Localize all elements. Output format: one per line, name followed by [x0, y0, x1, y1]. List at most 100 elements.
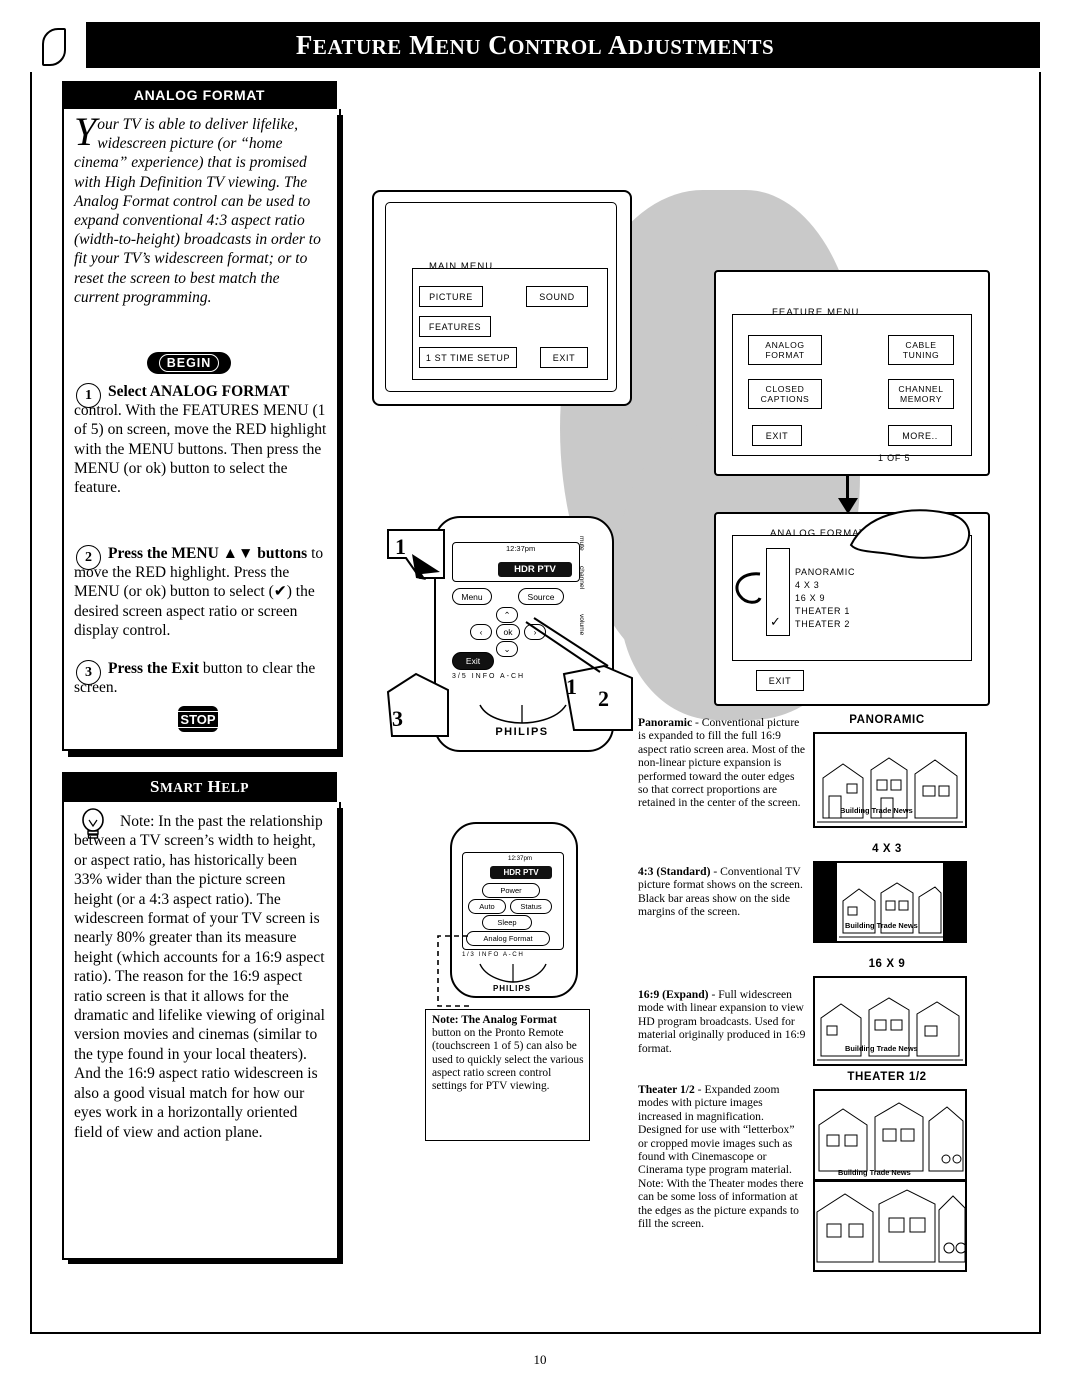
- main-exit-label: EXIT: [552, 352, 576, 363]
- pronto-auto-label: Auto: [479, 902, 495, 911]
- analog-format-check-icon: ✓: [770, 614, 781, 630]
- remote-menu-label: Menu: [461, 591, 483, 602]
- remote-menu-button[interactable]: Menu: [452, 588, 492, 605]
- main-menu-sound-button[interactable]: SOUND: [526, 286, 588, 307]
- main-menu-features-button[interactable]: FEATURES: [419, 316, 491, 337]
- feature-menu-footer-text: 1 OF 5: [878, 453, 911, 463]
- analog-exit-label: EXIT: [768, 675, 792, 686]
- stop-badge: STOP: [175, 706, 221, 732]
- feature-menu-exit-button[interactable]: EXIT: [752, 425, 802, 446]
- remote-lcd-hdr-ptv-label: HDR PTV: [498, 562, 572, 577]
- pointer-swirl-icon: [735, 572, 762, 604]
- remote-brand-label: PHILIPS: [470, 726, 574, 738]
- pronto-time-text: 12:37pm: [508, 855, 533, 862]
- pronto-hdr-ptv-label: HDR PTV: [490, 866, 552, 879]
- pronto-power-button[interactable]: Power: [482, 883, 540, 898]
- feature-menu-closed-captions-button[interactable]: CLOSED CAPTIONS: [748, 379, 822, 409]
- analog-format-intro: Your TV is able to deliver lifelike, wid…: [74, 109, 328, 307]
- callout-pointer-lines: [525, 617, 609, 673]
- caption-theater: THEATER 1/2: [847, 1071, 927, 1083]
- pronto-status-label: Status: [520, 902, 542, 911]
- pronto-bottom-3: A-CH: [502, 951, 525, 958]
- callout-label-2: 2: [598, 686, 609, 711]
- remote-ok-button[interactable]: ok: [496, 624, 520, 640]
- step-1-text: Select ANALOG FORMAT control. With the F…: [74, 382, 328, 497]
- main-menu-exit-button[interactable]: EXIT: [540, 347, 588, 368]
- panoramic-pic-caption: Building Trade News: [840, 806, 913, 815]
- remote-source-label: Source: [527, 591, 555, 602]
- pronto-analog-format-label: Analog Format: [483, 934, 533, 943]
- begin-badge: BEGIN: [147, 352, 231, 374]
- feature-menu-analog-format-button[interactable]: ANALOG FORMAT: [748, 335, 822, 365]
- remote-ok-label: ok: [503, 627, 513, 637]
- analog-format-option-16x9[interactable]: 16 X 9: [795, 592, 855, 605]
- format-desc-4x3: 4:3 (Standard) - Conventional TV picture…: [638, 865, 806, 919]
- format-desc-16x9: 16:9 (Expand) - Full widescreen mode wit…: [638, 988, 806, 1055]
- pronto-brand-label: PHILIPS: [462, 984, 562, 993]
- analog-format-option-panoramic[interactable]: PANORAMIC: [795, 566, 855, 579]
- main-menu-picture-button[interactable]: PICTURE: [419, 286, 483, 307]
- intro-dropcap: Y: [74, 109, 97, 154]
- pronto-sleep-label: Sleep: [497, 918, 517, 927]
- format-desc-panoramic: Panoramic - Conventional picture is expa…: [638, 716, 806, 810]
- begin-badge-label: BEGIN: [158, 354, 220, 372]
- pronto-status-button[interactable]: Status: [510, 899, 552, 914]
- dashed-leader-line: [437, 935, 470, 1007]
- picture-label: PICTURE: [429, 291, 473, 302]
- panoramic-title: Panoramic: [638, 716, 693, 729]
- step-3-bold: Press the Exit: [108, 660, 199, 677]
- theater-pic-caption: Building Trade News: [838, 1168, 911, 1177]
- smart-help-tab: SMART HELP: [62, 772, 337, 802]
- remote-down-button[interactable]: ⌄: [496, 641, 518, 657]
- feature-menu-more-button[interactable]: MORE..: [888, 425, 952, 446]
- channel-memory-label: CHANNEL MEMORY: [898, 384, 944, 404]
- pronto-bottom-1: INFO: [478, 951, 500, 958]
- pronto-auto-button[interactable]: Auto: [468, 899, 506, 914]
- main-menu-first-time-setup-button[interactable]: 1 ST TIME SETUP: [419, 347, 517, 368]
- analog-format-option-theater2[interactable]: THEATER 2: [795, 618, 855, 631]
- manual-page: FEATURE MENU CONTROL ADJUSTMENTS ANALOG …: [0, 0, 1080, 1397]
- analog-format-tab-label: ANALOG FORMAT: [133, 87, 266, 103]
- analog-format-exit-button[interactable]: EXIT: [756, 670, 804, 691]
- remote-source-button[interactable]: Source: [518, 588, 564, 605]
- feature-menu-channel-memory-button[interactable]: CHANNEL MEMORY: [888, 379, 954, 409]
- standard-pic-caption: Building Trade News: [845, 921, 918, 930]
- remote-bottom-0: 3/5: [452, 673, 468, 680]
- analog-format-tab: ANALOG FORMAT: [62, 81, 337, 109]
- remote-time-text: 12:37pm: [506, 544, 536, 553]
- standard-dash: -: [710, 865, 721, 878]
- remote-bottom-1: INFO: [471, 673, 497, 680]
- callout-label-1: 1: [395, 534, 406, 559]
- expand-pic-caption: Building Trade News: [845, 1044, 918, 1053]
- remote-exit-label: Exit: [465, 656, 481, 666]
- analog-format-option-4x3[interactable]: 4 X 3: [795, 579, 855, 592]
- step-2-text: Press the MENU ▲▼ buttons to move the RE…: [74, 544, 328, 640]
- analog-format-menu-label: ANALOG FORMAT: [765, 340, 805, 360]
- sound-label: SOUND: [539, 291, 575, 302]
- theater-title: Theater 1/2: [638, 1083, 695, 1096]
- feature-menu-cable-tuning-button[interactable]: CABLE TUNING: [888, 335, 954, 365]
- pronto-sleep-button[interactable]: Sleep: [482, 915, 532, 930]
- pronto-analog-format-button[interactable]: Analog Format: [466, 931, 550, 946]
- callout-label-3: 3: [392, 706, 403, 731]
- remote-bottom-curve: [479, 704, 567, 724]
- remote-exit-button[interactable]: Exit: [452, 652, 494, 670]
- remote-channel-label: channel: [578, 566, 585, 590]
- caption-panoramic: PANORAMIC: [849, 714, 925, 726]
- smart-help-tab-label: SMART HELP: [150, 777, 249, 796]
- pronto-power-label: Power: [500, 886, 522, 895]
- note-box-body: button on the Pronto Remote (touchscreen…: [432, 1027, 584, 1093]
- theater-dash: -: [694, 1083, 705, 1096]
- expand-dash: -: [708, 988, 719, 1001]
- caption-16x9: 16 X 9: [868, 958, 906, 970]
- remote-time: 12:37pm: [506, 544, 535, 553]
- standard-title: 4:3 (Standard): [638, 865, 711, 878]
- theater1-illustration: [815, 1091, 965, 1179]
- smart-help-body: Note: In the past the relationship betwe…: [74, 813, 325, 1141]
- remote-up-button[interactable]: ⌃: [496, 607, 518, 623]
- remote-left-button[interactable]: ‹: [470, 624, 492, 640]
- pronto-philips-brand-text: PHILIPS: [492, 984, 532, 993]
- analog-format-option-theater1[interactable]: THEATER 1: [795, 605, 855, 618]
- analog-format-option-list[interactable]: PANORAMIC 4 X 3 16 X 9 THEATER 1 THEATER…: [795, 566, 855, 631]
- pronto-time: 12:37pm: [508, 855, 532, 862]
